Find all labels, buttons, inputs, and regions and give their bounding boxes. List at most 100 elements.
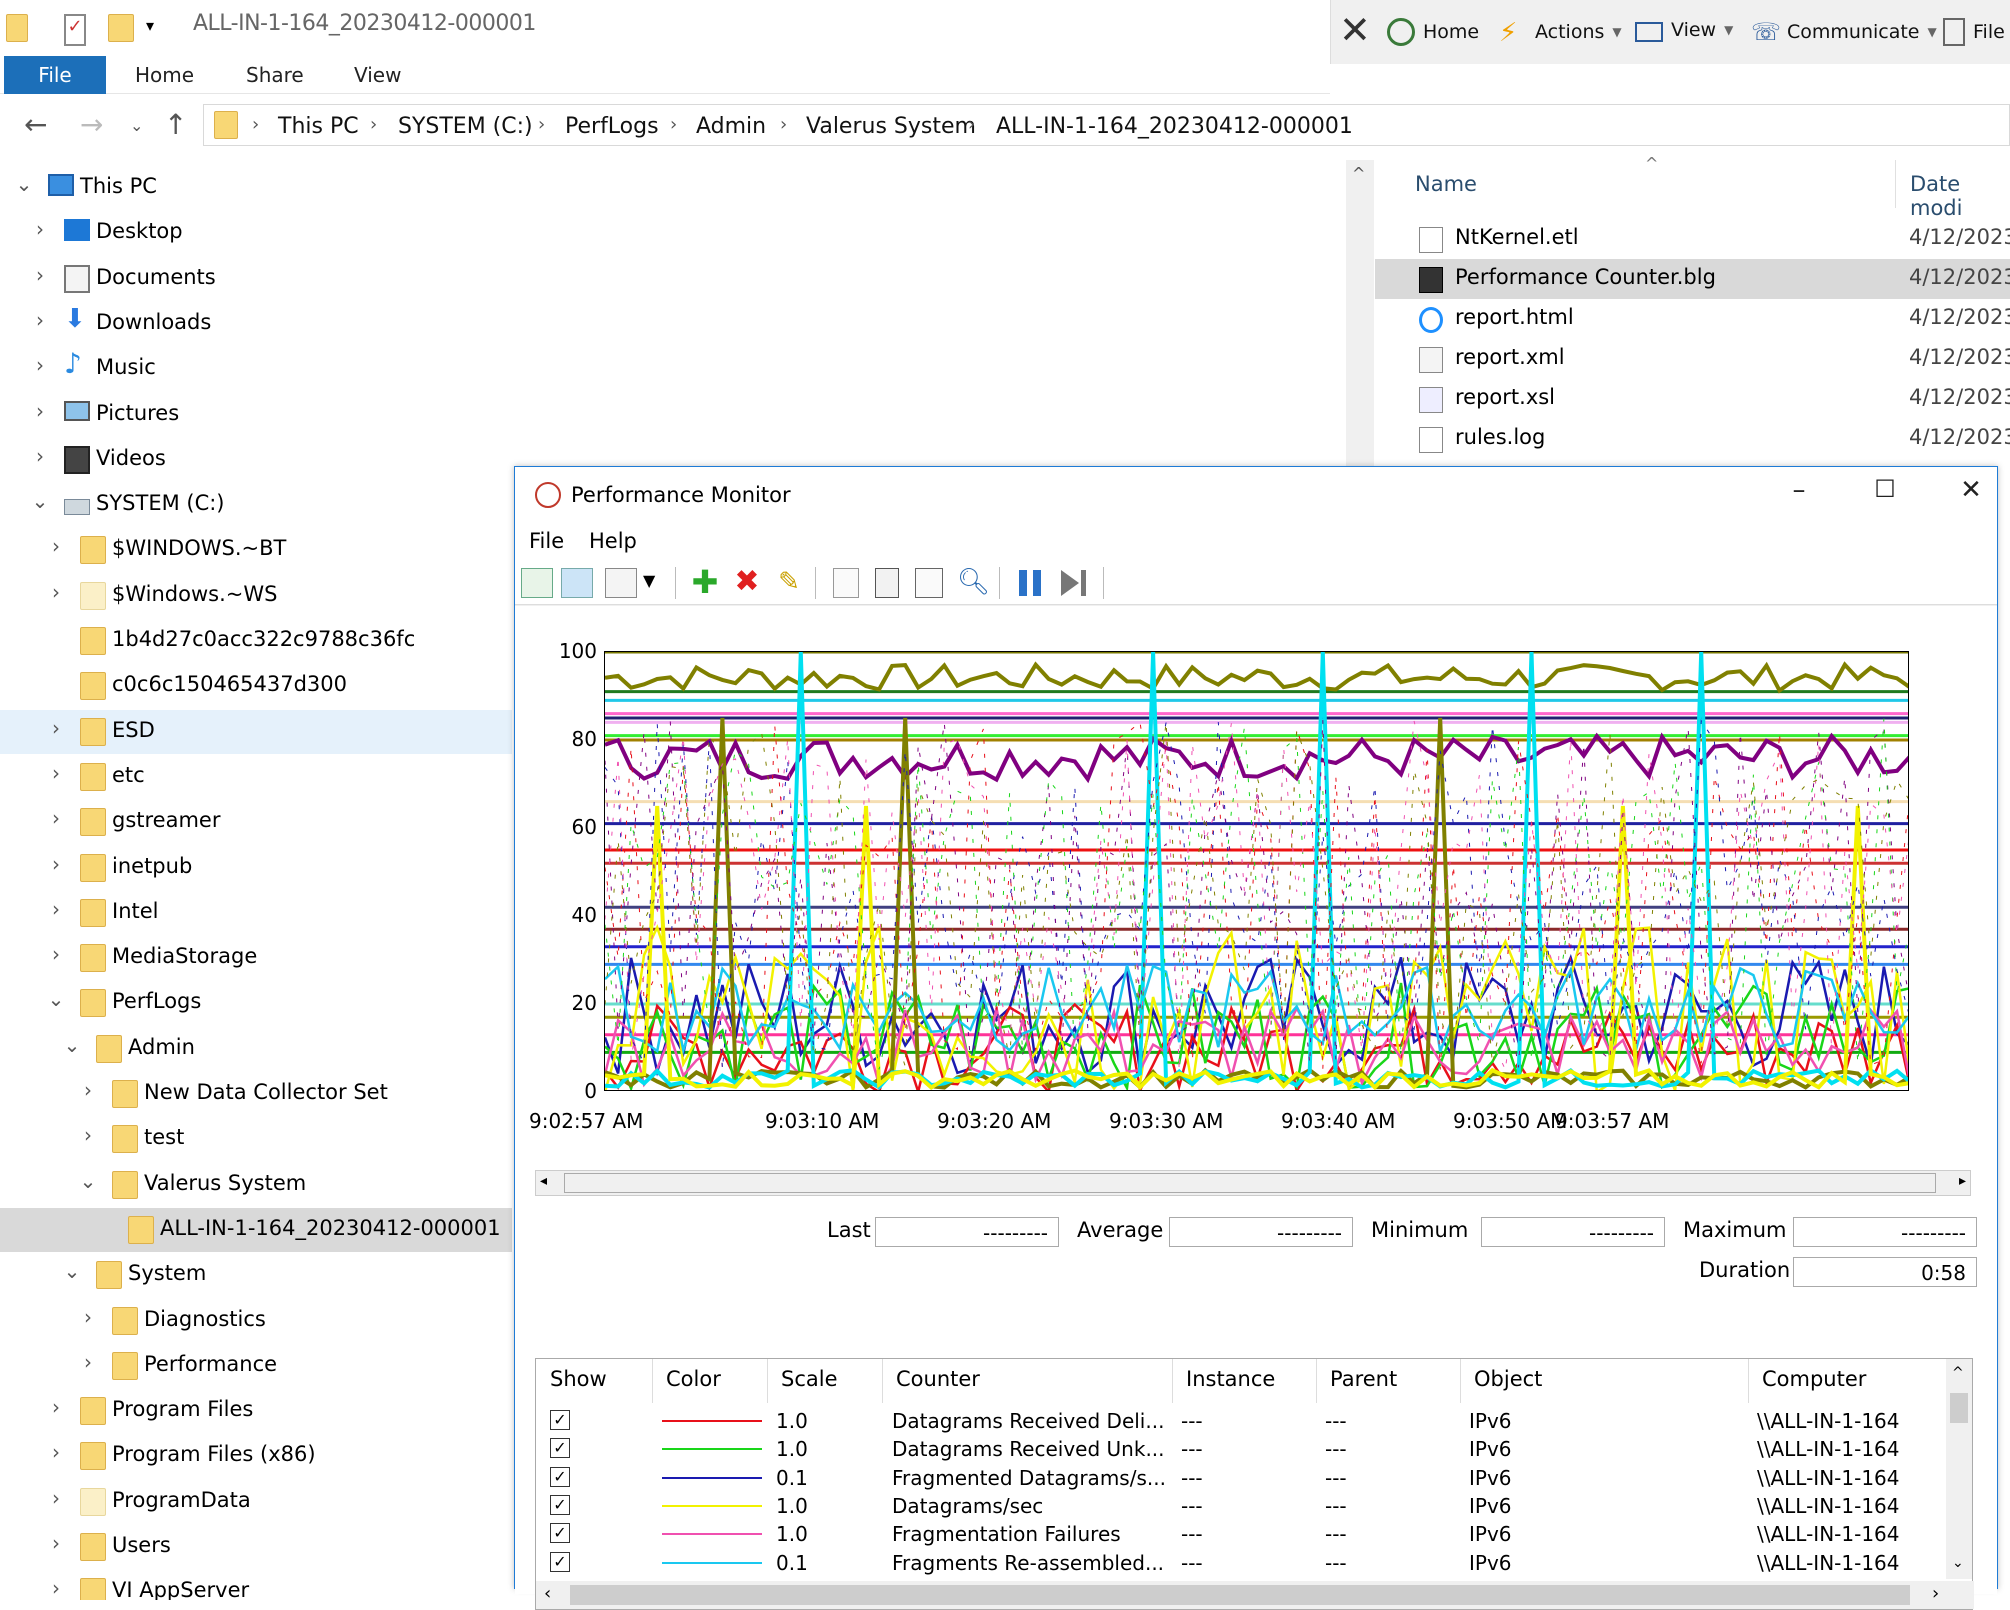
quick-access-dropdown-icon[interactable]: ▾: [146, 16, 154, 48]
chevron-right-icon[interactable]: ›: [46, 761, 66, 785]
tree-item[interactable]: ⌄ Valerus System: [0, 1163, 512, 1207]
column-header-name[interactable]: Name: [1415, 172, 1477, 196]
file-row[interactable]: report.xsl 4/12/2023: [1375, 379, 2010, 419]
show-checkbox[interactable]: ✓: [550, 1551, 570, 1572]
file-row[interactable]: report.html 4/12/2023: [1375, 299, 2010, 339]
minimize-icon[interactable]: –: [1771, 475, 1827, 515]
chevron-right-icon[interactable]: ›: [30, 308, 50, 332]
maximize-icon[interactable]: ☐: [1857, 475, 1913, 515]
column-divider[interactable]: [1316, 1359, 1317, 1403]
column-header-color[interactable]: Color: [666, 1367, 721, 1391]
tree-item[interactable]: 1b4d27c0acc322c9788c36fc: [0, 619, 512, 663]
cmd-actions-button[interactable]: ⚡ Actions ▼: [1499, 18, 1622, 48]
cmd-home-button[interactable]: Home: [1387, 18, 1479, 46]
chevron-right-icon[interactable]: ›: [46, 806, 66, 830]
column-header-counter[interactable]: Counter: [896, 1367, 980, 1391]
tree-item[interactable]: ⌄ Admin: [0, 1027, 512, 1071]
chevron-right-icon[interactable]: ›: [46, 716, 66, 740]
recent-dropdown-icon[interactable]: ⌄: [130, 116, 143, 135]
show-checkbox[interactable]: ✓: [550, 1438, 570, 1459]
highlight-icon[interactable]: ✎: [773, 568, 805, 598]
show-checkbox[interactable]: ✓: [550, 1410, 570, 1430]
file-row[interactable]: rules.log 4/12/2023: [1375, 419, 2010, 459]
counter-row[interactable]: ✓ 0.1 Fragments Re-assembled... --- --- IPv6 \…: [536, 1549, 1946, 1577]
breadcrumb-system-c[interactable]: SYSTEM (C:): [398, 114, 533, 139]
column-header-parent[interactable]: Parent: [1330, 1367, 1397, 1391]
forward-arrow-icon[interactable]: →: [80, 108, 103, 141]
chevron-down-icon[interactable]: ⌄: [46, 987, 66, 1011]
counter-row[interactable]: ✓ 0.1 Fragmented Datagrams/s... --- --- IPv6 \…: [536, 1464, 1946, 1492]
chevron-right-icon[interactable]: ›: [46, 1486, 66, 1510]
menu-help[interactable]: Help: [589, 529, 637, 553]
tree-item[interactable]: ⌄ System: [0, 1253, 512, 1297]
up-arrow-icon[interactable]: ↑: [164, 108, 187, 141]
chevron-right-icon[interactable]: ›: [30, 217, 50, 241]
back-arrow-icon[interactable]: ←: [24, 108, 47, 141]
column-divider[interactable]: [1172, 1359, 1173, 1403]
tree-item[interactable]: › MediaStorage: [0, 936, 512, 980]
tree-item[interactable]: › test: [0, 1117, 512, 1161]
column-divider[interactable]: [767, 1359, 768, 1403]
file-row[interactable]: report.xml 4/12/2023: [1375, 339, 2010, 379]
tree-item[interactable]: ALL-IN-1-164_20230412-000001: [0, 1207, 512, 1252]
chevron-down-icon[interactable]: ⌄: [30, 489, 50, 513]
column-divider[interactable]: [882, 1359, 883, 1403]
column-divider[interactable]: [652, 1359, 653, 1403]
tree-item[interactable]: › ESD: [0, 709, 512, 754]
tree-item[interactable]: › Videos: [0, 438, 512, 482]
change-graph-type-icon[interactable]: [605, 568, 637, 598]
file-row[interactable]: Performance Counter.blg 4/12/2023: [1375, 259, 2010, 299]
update-data-icon[interactable]: [1059, 568, 1091, 598]
cmd-file-button[interactable]: File: [1943, 18, 2005, 46]
chevron-right-icon[interactable]: ›: [46, 1531, 66, 1555]
content-vertical-scrollbar[interactable]: ^: [1346, 160, 1374, 470]
close-icon[interactable]: ✕: [1943, 475, 1999, 515]
cmd-view-button[interactable]: View ▼: [1635, 18, 1733, 42]
table-horizontal-scrollbar[interactable]: ‹ ›: [536, 1581, 1974, 1609]
tree-item[interactable]: › $Windows.~WS: [0, 574, 512, 618]
chevron-right-icon[interactable]: ›: [46, 534, 66, 558]
chevron-right-icon[interactable]: ›: [30, 444, 50, 468]
tab-home[interactable]: Home: [135, 56, 194, 94]
chevron-right-icon[interactable]: ›: [46, 580, 66, 604]
counter-row[interactable]: ✓ 1.0 Datagrams/sec --- --- IPv6 \\ALL-IN-1-16…: [536, 1492, 1946, 1520]
tree-item[interactable]: › gstreamer: [0, 800, 512, 844]
scrollbar-thumb[interactable]: [1950, 1393, 1968, 1423]
address-bar[interactable]: › This PC › SYSTEM (C:) › PerfLogs › Adm…: [203, 104, 2010, 146]
tree-item[interactable]: › Documents: [0, 257, 512, 301]
cmd-communicate-button[interactable]: ☏ Communicate ▼: [1751, 18, 1937, 46]
breadcrumb-current-folder[interactable]: ALL-IN-1-164_20230412-000001: [996, 114, 1353, 139]
chevron-down-icon[interactable]: ⌄: [62, 1259, 82, 1283]
scroll-up-icon[interactable]: ^: [1352, 164, 1365, 183]
chevron-right-icon[interactable]: ›: [46, 1576, 66, 1600]
column-header-computer[interactable]: Computer: [1762, 1367, 1866, 1391]
chevron-right-icon[interactable]: ›: [78, 1305, 98, 1329]
show-checkbox[interactable]: ✓: [550, 1523, 570, 1544]
breadcrumb-perflogs[interactable]: PerfLogs: [565, 114, 659, 139]
column-header-instance[interactable]: Instance: [1186, 1367, 1275, 1391]
scroll-right-icon[interactable]: ▸: [1959, 1173, 1966, 1189]
column-header-object[interactable]: Object: [1474, 1367, 1542, 1391]
chevron-right-icon[interactable]: ›: [46, 897, 66, 921]
chevron-right-icon[interactable]: ›: [78, 1078, 98, 1102]
tree-item[interactable]: › Intel: [0, 891, 512, 935]
column-divider[interactable]: [1748, 1359, 1749, 1403]
breadcrumb-this-pc[interactable]: This PC: [278, 114, 359, 139]
add-counter-icon[interactable]: ✚: [689, 566, 721, 598]
counter-row[interactable]: ✓ 1.0 Datagrams Received Deli... --- --- IPv6…: [536, 1407, 1946, 1435]
tree-item[interactable]: › Users: [0, 1525, 512, 1569]
close-session-icon[interactable]: ✕: [1339, 8, 1371, 52]
tree-item[interactable]: › Program Files: [0, 1389, 512, 1433]
copy-properties-icon[interactable]: [833, 568, 859, 598]
scrollbar-thumb[interactable]: [570, 1585, 1910, 1605]
chevron-right-icon[interactable]: ›: [30, 353, 50, 377]
scroll-down-icon[interactable]: ⌄: [1952, 1555, 1964, 1571]
scroll-right-icon[interactable]: ›: [1932, 1583, 1939, 1604]
tree-item[interactable]: ⌄ PerfLogs: [0, 981, 512, 1025]
column-divider[interactable]: [1460, 1359, 1461, 1403]
chevron-right-icon[interactable]: ›: [30, 399, 50, 423]
chevron-right-icon[interactable]: ›: [78, 1350, 98, 1374]
chevron-down-icon[interactable]: ⌄: [14, 172, 34, 196]
counter-row[interactable]: ✓ 1.0 Fragmentation Failures --- --- IPv6 \\AL…: [536, 1520, 1946, 1548]
view-log-data-icon[interactable]: [561, 568, 593, 598]
